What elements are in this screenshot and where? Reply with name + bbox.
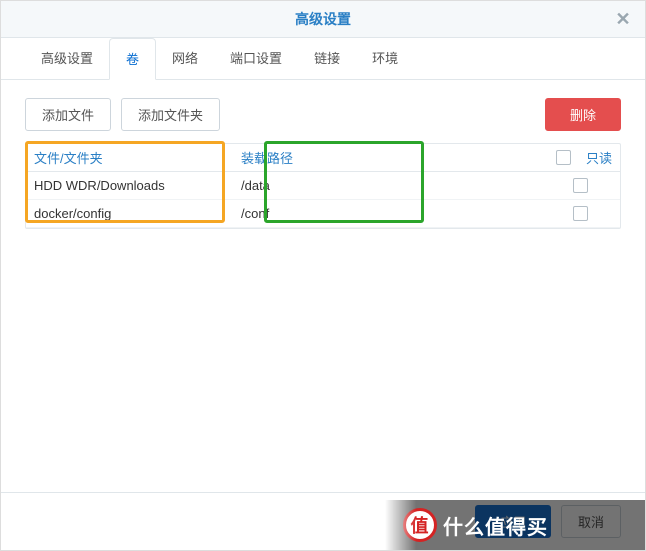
advanced-settings-dialog: 高级设置 ✕ 高级设置 卷 网络 端口设置 链接 环境 添加文件 添加文件夹 删… [0,0,646,551]
table-row[interactable]: docker/config /conf [26,200,620,228]
cell-readonly [540,174,620,197]
toolbar-right: 删除 [545,98,621,131]
titlebar: 高级设置 ✕ [1,1,645,38]
cell-mount: /data [233,174,400,197]
add-folder-button[interactable]: 添加文件夹 [121,98,220,131]
readonly-checkbox[interactable] [573,178,588,193]
tab-volume[interactable]: 卷 [109,38,156,80]
button-label: 添加文件夹 [138,108,203,123]
cell-readonly [540,202,620,225]
tab-label: 网络 [172,51,198,66]
table-body: HDD WDR/Downloads /data docker/config /c… [26,172,620,228]
readonly-checkbox[interactable] [573,206,588,221]
col-file-folder[interactable]: 文件/文件夹 [26,144,233,171]
close-icon: ✕ [615,9,630,30]
delete-button[interactable]: 删除 [545,98,621,131]
volume-table: 文件/文件夹 装载路径 只读 HDD WDR/Downloads /data [25,143,621,229]
button-label: 添加文件 [42,108,94,123]
apply-button[interactable]: 应用 [475,505,551,538]
cell-spacer [400,182,540,190]
tab-label: 环境 [372,51,398,66]
tab-env[interactable]: 环境 [356,38,414,80]
readonly-header-checkbox[interactable] [556,150,571,165]
dialog-title: 高级设置 [295,11,351,27]
add-file-button[interactable]: 添加文件 [25,98,111,131]
cell-mount: /conf [233,202,400,225]
toolbar: 添加文件 添加文件夹 删除 [25,98,621,131]
tab-port[interactable]: 端口设置 [214,38,298,80]
button-label: 应用 [500,515,526,530]
cancel-button[interactable]: 取消 [561,505,621,538]
cell-spacer [400,210,540,218]
close-button[interactable]: ✕ [611,7,635,31]
tab-network[interactable]: 网络 [156,38,214,80]
col-spacer [400,154,540,162]
toolbar-left: 添加文件 添加文件夹 [25,98,220,131]
content-area: 添加文件 添加文件夹 删除 文件/文件夹 装载路径 只读 [1,80,645,492]
tab-label: 高级设置 [41,51,93,66]
button-label: 取消 [578,515,604,530]
tab-label: 卷 [126,52,139,67]
tab-link[interactable]: 链接 [298,38,356,80]
table-header: 文件/文件夹 装载路径 只读 [26,144,620,172]
table-row[interactable]: HDD WDR/Downloads /data [26,172,620,200]
watermark-logo-icon: 值 [403,508,437,542]
cell-path: HDD WDR/Downloads [26,174,233,197]
button-label: 删除 [570,108,596,123]
tab-bar: 高级设置 卷 网络 端口设置 链接 环境 [1,38,645,80]
dialog-footer: 应用 取消 值 什么值得买 [1,492,645,550]
cell-path: docker/config [26,202,233,225]
tab-advanced[interactable]: 高级设置 [25,38,109,80]
col-mount-path[interactable]: 装载路径 [233,144,400,171]
col-readonly-label: 只读 [586,148,612,167]
tab-label: 链接 [314,51,340,66]
tab-label: 端口设置 [230,51,282,66]
col-readonly: 只读 [540,144,620,171]
